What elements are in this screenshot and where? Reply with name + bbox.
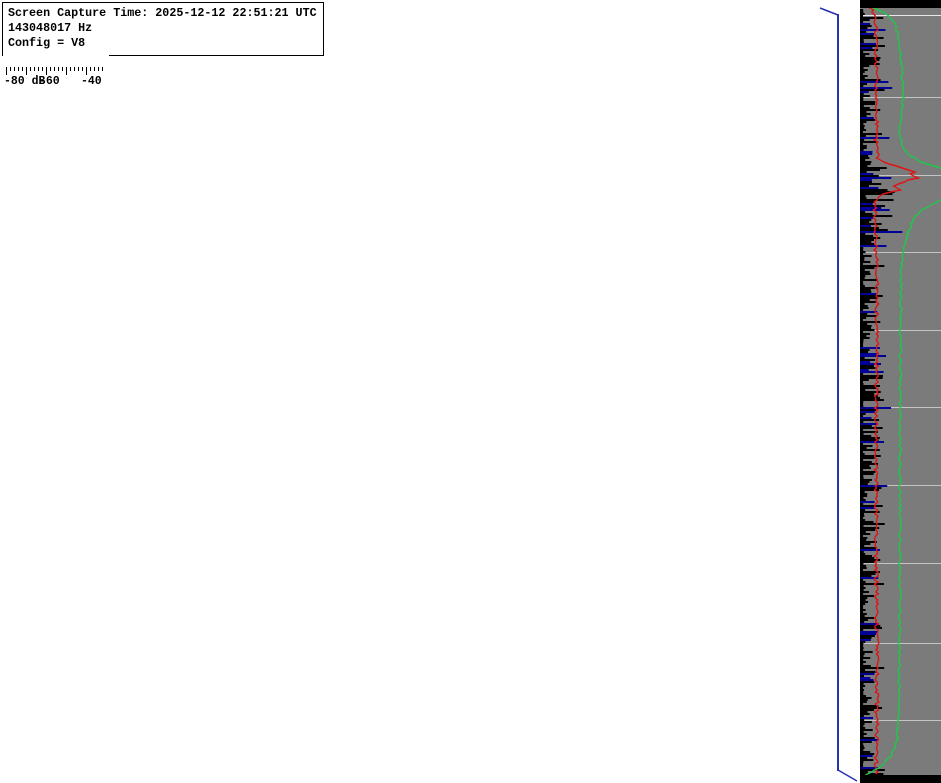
color-scale-legend: -80 dB -60 -40 [3,50,109,92]
frequency-readout-text: 143048017 Hz [8,21,93,35]
color-scale-label-mid: -60 [39,75,60,88]
config-text: Config = V8 [8,36,86,50]
frequency-axis-gutter [817,0,860,783]
capture-time-text: Screen Capture Time: 2025-12-12 22:51:21… [8,6,317,20]
color-scale-minor-ticks [6,67,104,71]
freq-axis-connector-top [819,7,839,16]
capture-info-box: Screen Capture Time: 2025-12-12 22:51:21… [2,2,324,56]
waterfall-spectrogram[interactable] [2,2,817,781]
freq-axis-line [837,14,839,771]
spectrum-waterfall-window: Screen Capture Time: 2025-12-12 22:51:21… [0,0,941,783]
freq-axis-connector-bottom [837,769,858,782]
color-scale-label-max: -40 [81,75,102,88]
color-scale-gradient [5,52,107,65]
spectrum-side-panel[interactable] [860,0,941,783]
